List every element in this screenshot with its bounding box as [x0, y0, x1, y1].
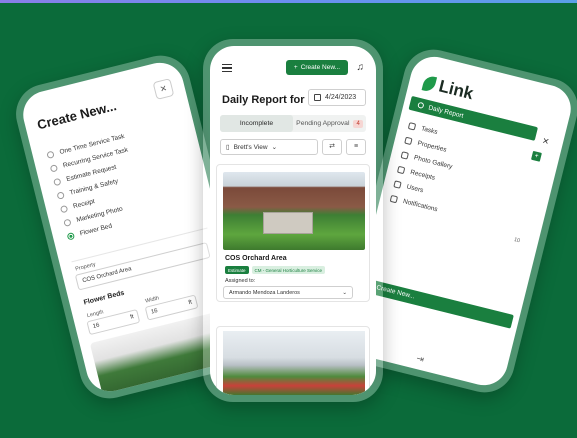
chevron-down-icon: ⌄ [342, 290, 347, 296]
flower-beds-heading: Flower Beds [83, 289, 126, 307]
monument-sign [263, 212, 313, 234]
notifications-count: 10 [513, 236, 521, 245]
radio-icon [49, 163, 59, 173]
status-tabs: Incomplete Pending Approval 4 [220, 115, 366, 132]
properties-icon [404, 136, 413, 146]
create-new-button[interactable]: Create New... [364, 278, 514, 329]
logout-icon[interactable]: ⇥ [415, 353, 425, 365]
top-accent-stripe [0, 0, 577, 3]
radio-icon [59, 204, 69, 213]
swap-icon[interactable]: ⇄ [322, 139, 342, 155]
service-tag: CM - General Horticulture Service [251, 266, 326, 274]
leaf-icon [421, 74, 438, 93]
assigned-label: Assigned to: [225, 278, 256, 284]
property-photo [223, 331, 365, 395]
plus-icon: + [293, 64, 298, 71]
chevron-down-icon: ⌄ [271, 144, 278, 151]
filter-row: ▯ Brett's View ⌄ ⇄ ≡ [220, 139, 366, 155]
assignee-select[interactable]: Armando Mendoza Landeros ⌄ [223, 286, 353, 299]
date-picker[interactable]: 4/24/2023 [308, 89, 366, 106]
users-icon [393, 180, 402, 189]
tag-row: Estimate CM - General Horticulture Servi… [225, 266, 326, 274]
photo-gallery-icon [400, 151, 409, 160]
calendar-icon [314, 94, 321, 101]
phone-daily-report: + Create New... ♫ Daily Report for 4/24/… [203, 39, 383, 402]
add-task-icon[interactable]: + [530, 150, 542, 162]
hamburger-menu-icon[interactable] [222, 64, 232, 72]
create-new-title: Create New... [35, 98, 119, 133]
view-select[interactable]: ▯ Brett's View ⌄ [220, 139, 318, 155]
tab-pending-approval[interactable]: Pending Approval 4 [293, 115, 366, 132]
report-card[interactable]: COS Orchard Area Estimate CM - General H… [216, 164, 370, 302]
radio-icon [56, 190, 65, 200]
daily-report-icon [417, 101, 425, 109]
close-icon[interactable]: × [541, 135, 550, 148]
radio-selected-icon [66, 231, 75, 241]
create-new-button[interactable]: + Create New... [286, 60, 348, 75]
report-card[interactable] [216, 326, 370, 395]
filter-icon[interactable]: ≡ [346, 139, 366, 155]
task-type-list: One Time Service Task Recurring Service … [45, 112, 214, 243]
bell-icon [389, 194, 399, 204]
tasks-icon [407, 122, 417, 131]
close-button[interactable]: × [152, 78, 175, 100]
bell-icon[interactable]: ♫ [357, 62, 365, 73]
property-photo [223, 172, 365, 250]
page-title: Daily Report for [222, 94, 305, 106]
receipts-icon [396, 165, 406, 175]
estimate-tag: Estimate [225, 266, 249, 274]
daily-report-screen: + Create New... ♫ Daily Report for 4/24/… [210, 46, 376, 395]
tab-incomplete[interactable]: Incomplete [220, 115, 293, 132]
location-name: COS Orchard Area [225, 255, 287, 262]
bookmark-icon: ▯ [226, 144, 230, 151]
radio-icon [63, 217, 72, 227]
pending-count-badge: 4 [353, 119, 363, 128]
nav-list: Tasks Properties Photo Gallery Receipts … [389, 118, 462, 218]
radio-icon [46, 150, 55, 159]
radio-icon [52, 177, 62, 186]
